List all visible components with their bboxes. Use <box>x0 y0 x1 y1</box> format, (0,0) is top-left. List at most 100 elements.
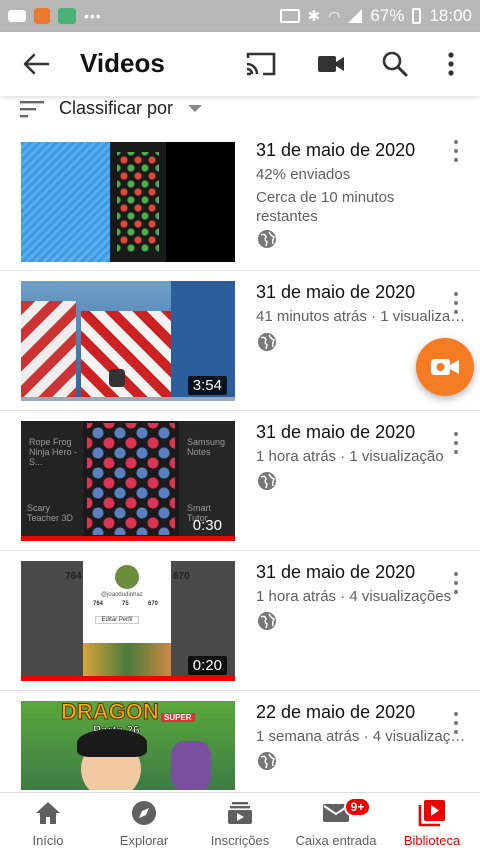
video-item-2[interactable]: 3:54 31 de maio de 2020 41 minutos atrás… <box>0 270 480 410</box>
nav-item-library[interactable]: Biblioteca <box>384 793 480 852</box>
video-title: 31 de maio de 2020 <box>256 562 416 582</box>
video-options-button[interactable] <box>448 430 464 456</box>
video-thumbnail <box>21 142 235 262</box>
upload-placeholder <box>21 142 110 262</box>
nav-label: Inscrições <box>210 833 270 848</box>
video-camera-notification-icon <box>8 10 26 22</box>
video-options-button[interactable] <box>448 138 464 164</box>
battery-percent: 67% <box>370 6 405 25</box>
back-button[interactable] <box>20 50 52 78</box>
clock: 18:00 <box>429 6 472 25</box>
video-camera-icon <box>318 56 344 72</box>
video-meta: 1 hora atrás · 1 visualização <box>256 448 444 465</box>
globe-icon <box>258 230 276 248</box>
globe-icon <box>258 472 276 490</box>
bottom-navigation: Início Explorar Inscrições 9+ Caixa entr… <box>0 792 480 852</box>
arrow-back-icon <box>23 53 50 75</box>
nav-label: Caixa entrada <box>295 833 377 848</box>
video-duration: 0:30 <box>192 517 222 534</box>
character-side <box>171 741 211 790</box>
video-camera-icon <box>431 359 459 375</box>
thumb-text: Samsung Notes <box>187 437 226 457</box>
game-track <box>81 311 171 401</box>
cover-title: DRAGON <box>61 701 160 725</box>
thumb-text: Scary Teacher 3D <box>27 503 74 523</box>
signal-icon <box>348 9 363 23</box>
sort-control[interactable]: Classificar por <box>0 96 480 124</box>
video-duration: 0:20 <box>187 656 227 675</box>
bluetooth-icon: ✱ <box>307 8 321 25</box>
avatar <box>115 565 139 589</box>
video-thumbnail: 764 @joaodudinhaz 764 75 670 Editar Perf… <box>21 561 235 681</box>
video-meta: 41 minutos atrás · 1 visualização <box>256 308 472 325</box>
more-notifications-icon: ••• <box>84 8 102 24</box>
nav-label: Biblioteca <box>403 833 461 848</box>
wifi-icon: ◠ <box>328 7 341 24</box>
game-character <box>109 369 125 387</box>
app-grid <box>87 423 175 535</box>
search-button[interactable] <box>378 48 412 80</box>
profile-edit-button: Editar Perfil <box>95 616 139 624</box>
subscriptions-icon <box>225 799 255 827</box>
gallery-notification-icon <box>58 8 76 24</box>
more-vertical-icon <box>448 52 454 76</box>
cover-tag: SUPER <box>161 713 195 722</box>
library-icon <box>417 799 447 827</box>
globe-icon <box>258 752 276 770</box>
video-thumbnail: Rope Frog Ninja Hero - S... Scary Teache… <box>21 421 235 541</box>
sort-icon <box>20 101 44 118</box>
game-wall-left <box>21 301 76 401</box>
upload-video-button[interactable] <box>314 48 348 80</box>
watched-progress-bar <box>21 536 235 541</box>
profile-handle: @joaodudinhaz <box>101 592 143 598</box>
character-hair <box>77 729 147 757</box>
screen-record-button[interactable] <box>416 338 474 396</box>
watched-progress-bar <box>21 676 235 681</box>
video-meta: 1 hora atrás · 4 visualizações <box>256 588 452 605</box>
notification-badge: 9+ <box>343 797 372 817</box>
nav-label: Explorar <box>119 833 169 848</box>
video-options-button[interactable] <box>448 710 464 736</box>
thumb-text: 764 <box>65 571 82 582</box>
video-title: 22 de maio de 2020 <box>256 702 416 722</box>
video-meta: 1 semana atrás · 4 visualizações <box>256 728 472 745</box>
profile-stat: 75 <box>122 601 129 607</box>
cast-button[interactable] <box>244 48 278 80</box>
profile-stat: 670 <box>148 601 159 607</box>
video-thumbnail: 3:54 <box>21 281 235 401</box>
globe-icon <box>258 333 276 351</box>
thumb-text: Rope Frog Ninja Hero - S... <box>29 437 78 467</box>
globe-icon <box>258 612 276 630</box>
overflow-menu-button[interactable] <box>434 48 468 80</box>
video-item-5[interactable]: DRAGON SUPER Parte 26 22 de maio de 2020… <box>0 690 480 790</box>
watched-progress-bar <box>21 397 235 401</box>
nav-item-subscriptions[interactable]: Inscrições <box>192 793 288 852</box>
sort-label: Classificar por <box>59 98 174 118</box>
video-duration: 3:54 <box>187 376 227 395</box>
status-bar: ••• ✱ ◠ 67% 18:00 <box>0 0 480 32</box>
app-grid <box>117 152 159 252</box>
nav-item-home[interactable]: Início <box>0 793 96 852</box>
cast-status-icon <box>279 9 300 23</box>
battery-icon <box>412 8 422 24</box>
video-item-4[interactable]: 764 @joaodudinhaz 764 75 670 Editar Perf… <box>0 550 480 690</box>
video-item-3[interactable]: Rope Frog Ninja Hero - S... Scary Teache… <box>0 410 480 550</box>
compass-icon <box>129 799 159 827</box>
video-title: 31 de maio de 2020 <box>256 282 416 302</box>
video-item-1[interactable]: 31 de maio de 2020 42% enviados Cerca de… <box>0 130 480 270</box>
upload-progress: 42% enviados <box>256 166 351 183</box>
cast-icon <box>246 52 276 76</box>
nav-item-explore[interactable]: Explorar <box>96 793 192 852</box>
video-thumbnail: DRAGON SUPER Parte 26 <box>21 701 235 790</box>
video-options-button[interactable] <box>448 290 464 316</box>
video-title: 31 de maio de 2020 <box>256 140 416 160</box>
video-title: 31 de maio de 2020 <box>256 422 416 442</box>
thumb-text: 670 <box>173 571 190 582</box>
nav-label: Início <box>32 833 64 848</box>
video-options-button[interactable] <box>448 570 464 596</box>
search-icon <box>382 51 408 77</box>
nav-item-inbox[interactable]: 9+ Caixa entrada <box>288 793 384 852</box>
upload-time-remaining: Cerca de 10 minutos restantes <box>256 189 395 225</box>
home-icon <box>33 799 63 827</box>
app-bar: Videos <box>0 32 480 96</box>
